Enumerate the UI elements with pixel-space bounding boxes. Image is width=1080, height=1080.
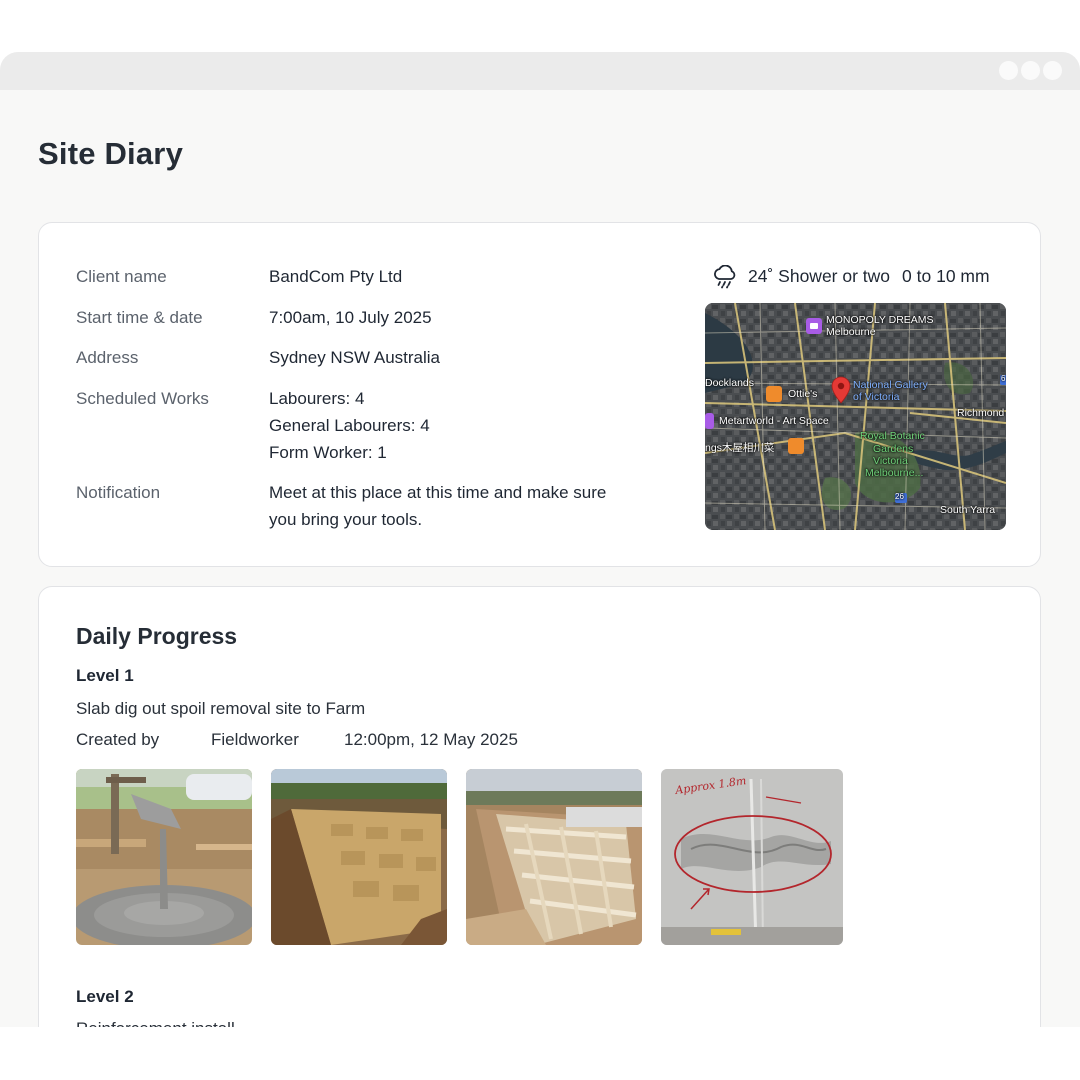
- info-label: Client name: [76, 267, 167, 286]
- map-label: Melbourne: [826, 326, 876, 338]
- info-row-scheduled: Scheduled Works Labourers: 4 General Lab…: [76, 385, 649, 466]
- rain-cloud-icon: [714, 264, 736, 288]
- client-name-value: BandCom Pty Ltd: [269, 267, 403, 286]
- info-value: Meet at this place at this time and make…: [269, 479, 649, 533]
- concrete-pour-image: [76, 769, 252, 945]
- crack-markup-image: [661, 769, 843, 945]
- info-row-notification: Notification Meet at this place at this …: [76, 479, 649, 533]
- window-control-dot[interactable]: [999, 61, 1018, 80]
- daily-progress-card: Daily Progress Level 1 Slab dig out spoi…: [38, 586, 1041, 1027]
- window-control-dot[interactable]: [1043, 61, 1062, 80]
- created-by-label: Created by: [76, 730, 160, 749]
- map-label: ngs木屋相川菜: [705, 442, 775, 454]
- info-value: Sydney NSW Australia: [269, 344, 649, 371]
- scheduled-work-line: Labourers: 4: [269, 388, 365, 408]
- page-title: Site Diary: [38, 136, 184, 171]
- level-title: Level 2: [76, 987, 134, 1006]
- site-info-card: Client name BandCom Pty Ltd Start time &…: [38, 222, 1041, 567]
- map-label: MONOPOLY DREAMS: [826, 314, 934, 326]
- info-value: BandCom Pty Ltd: [269, 263, 649, 290]
- photo-gallery: Approx 1.8m: [76, 769, 843, 945]
- scheduled-work-line: General Labourers: 4: [269, 415, 430, 435]
- map-label: South Yarra: [940, 504, 996, 516]
- info-label: Notification: [76, 483, 161, 502]
- map-label: Richmond: [957, 407, 1005, 419]
- window-control-dot[interactable]: [1021, 61, 1040, 80]
- weather-temperature: 24˚: [748, 266, 774, 286]
- route-shield: 26: [895, 492, 904, 501]
- author-name: Fieldworker: [211, 730, 299, 749]
- start-time-value: 7:00am, 10 July 2025: [269, 307, 432, 327]
- map-label: Docklands: [705, 377, 755, 389]
- map-label: Royal Botanic: [860, 430, 925, 442]
- address-value: Sydney NSW Australia: [269, 348, 441, 367]
- info-row-start: Start time & date 7:00am, 10 July 2025: [76, 304, 649, 331]
- title-bar: [0, 52, 1080, 90]
- scheduled-work-line: Form Worker: 1: [269, 442, 387, 462]
- created-timestamp: 12:00pm, 12 May 2025: [344, 730, 518, 749]
- map-label: Melbourne...: [865, 467, 924, 479]
- formwork-photo[interactable]: [466, 769, 642, 945]
- level-description: Slab dig out spoil removal site to Farm: [76, 699, 366, 718]
- crack-markup-photo[interactable]: Approx 1.8m: [661, 769, 843, 945]
- weather-summary: 24˚ Shower or two 0 to 10 mm: [712, 263, 990, 290]
- notification-line: you bring your tools.: [269, 510, 423, 529]
- notification-line: Meet at this place at this time and make…: [269, 483, 607, 502]
- weather-rainfall: 0 to 10 mm: [902, 266, 990, 286]
- info-label: Scheduled Works: [76, 388, 209, 408]
- window-controls: [999, 61, 1062, 80]
- info-value: Labourers: 4 General Labourers: 4 Form W…: [269, 385, 649, 466]
- route-shield: 6: [1001, 374, 1006, 383]
- excavation-photo[interactable]: [271, 769, 447, 945]
- map-label: Victoria: [873, 455, 908, 467]
- info-label: Start time & date: [76, 307, 203, 327]
- info-list: Client name BandCom Pty Ltd Start time &…: [76, 263, 649, 547]
- concrete-pour-photo[interactable]: [76, 769, 252, 945]
- map-label: of Victoria: [853, 391, 900, 403]
- level-meta: Created by Fieldworker 12:00pm, 12 May 2…: [76, 730, 518, 750]
- site-map[interactable]: MONOPOLY DREAMS Melbourne Docklands Otti…: [705, 303, 1006, 530]
- info-row-address: Address Sydney NSW Australia: [76, 344, 649, 371]
- app-window: Site Diary Client name BandCom Pty Ltd S…: [0, 52, 1080, 1027]
- map-label: Ottie's: [788, 388, 818, 400]
- map-label: Gardens: [873, 443, 914, 455]
- formwork-image: [466, 769, 642, 945]
- level-title: Level 1: [76, 666, 134, 685]
- map-label: Metartworld - Art Space: [719, 415, 829, 427]
- excavation-image: [271, 769, 447, 945]
- weather-condition: Shower or two: [778, 266, 891, 286]
- section-title: Daily Progress: [76, 623, 238, 649]
- level-description: Reinforcement install: [76, 1019, 235, 1027]
- map-label: National Gallery: [853, 379, 928, 391]
- info-label: Address: [76, 348, 139, 367]
- info-value: 7:00am, 10 July 2025: [269, 304, 649, 331]
- info-row-client: Client name BandCom Pty Ltd: [76, 263, 649, 290]
